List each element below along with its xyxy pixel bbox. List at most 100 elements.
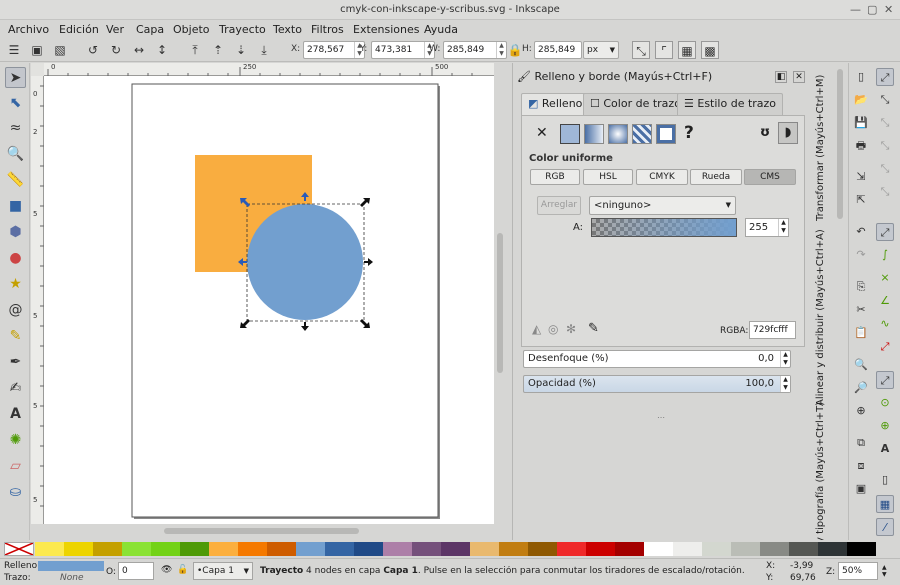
zoom-tool-icon[interactable]: 🔍 [5,144,26,165]
dialog-close-icon[interactable]: ✕ [793,71,805,83]
print-icon[interactable]: 🖶 [852,137,870,155]
snap-paths-icon[interactable]: ∫ [876,246,894,264]
menu-filtros[interactable]: Filtros [311,23,344,36]
paint-bucket-tool-icon[interactable]: ⛀ [5,482,26,503]
alpha-input[interactable]: 255 ▲ ▼ [745,218,789,237]
linear-gradient-icon[interactable] [584,124,604,144]
color-profile-select[interactable]: <ninguno> ▼ [589,196,736,215]
snap-center-icon[interactable]: ⊙ [876,394,894,412]
palette-swatch[interactable] [180,542,209,556]
snap-smooth-icon[interactable]: ∿ [876,315,894,333]
zoom-spin-icon[interactable]: ▲ ▼ [882,564,887,578]
raise-icon[interactable]: ⇡ [209,41,227,59]
lower-icon[interactable]: ⇣ [232,41,250,59]
close-icon[interactable]: ✕ [884,3,893,16]
rotate-cw-icon[interactable]: ↻ [107,41,125,59]
spiral-tool-icon[interactable]: @ [5,300,26,321]
menu-extensiones[interactable]: Extensiones [353,23,420,36]
palette-swatch[interactable] [644,542,673,556]
y-input[interactable]: 473,381 ▲ ▼ [371,41,435,59]
palette-swatch[interactable] [64,542,93,556]
mesh-gradient-icon[interactable] [632,124,652,144]
palette-swatch[interactable] [238,542,267,556]
lower-to-bottom-icon[interactable]: ⤓ [255,41,273,59]
deselect-icon[interactable]: ▧ [51,41,69,59]
mode-cmyk-button[interactable]: CMYK [636,169,688,185]
snap-bbox-corner-icon[interactable]: ⤡ [876,137,894,155]
save-icon[interactable]: 💾 [852,114,870,132]
zoom-selection-icon[interactable]: 🔍 [852,356,870,374]
vertical-ruler[interactable]: 0 2 5 5 5 5 [31,76,44,524]
zoom-drawing-icon[interactable]: 🔎 [852,379,870,397]
dock-scroll-thumb[interactable] [837,69,843,219]
menu-capa[interactable]: Capa [136,23,164,36]
text-tool-icon[interactable]: A [5,404,26,425]
fill-indicator[interactable] [38,561,104,571]
palette-swatch[interactable] [731,542,760,556]
blue-circle[interactable] [247,204,363,320]
node-tool-icon[interactable]: ⬉ [5,93,26,114]
palette-swatch[interactable] [325,542,354,556]
snap-bbox-edge-icon[interactable]: ⤡ [876,114,894,132]
transform-patterns-icon[interactable]: ▩ [701,41,719,59]
no-color-swatch[interactable] [4,542,34,556]
snap-others-icon[interactable]: ⤢ [876,371,894,389]
selector-tool-icon[interactable]: ➤ [5,67,26,88]
palette-swatch[interactable] [151,542,180,556]
snap-grid-icon[interactable]: ▦ [876,495,894,513]
open-icon[interactable]: 📂 [852,91,870,109]
clone-icon[interactable]: ⧈ [852,457,870,475]
palette-swatch[interactable] [586,542,615,556]
menu-archivo[interactable]: Archivo [8,23,49,36]
palette-swatch[interactable] [441,542,470,556]
palette-swatch[interactable] [35,542,64,556]
snap-intersections-icon[interactable]: ⨯ [876,269,894,287]
star-tool-icon[interactable]: ★ [5,274,26,295]
palette-swatch[interactable] [470,542,499,556]
snap-bbox-midpoint-icon[interactable]: ⤡ [876,160,894,178]
duplicate-icon[interactable]: ⧉ [852,434,870,452]
wheel-selector-icon[interactable]: ◎ [548,322,558,336]
color-picker-icon[interactable]: ✎ [588,321,599,336]
menu-edicion[interactable]: Edición [59,23,99,36]
snap-page-icon[interactable]: ▯ [876,471,894,489]
mode-rgb-button[interactable]: RGB [530,169,580,185]
scales-selector-icon[interactable]: ✻ [566,322,576,336]
mode-wheel-button[interactable]: Rueda [690,169,742,185]
snap-guides-icon[interactable]: ⁄ [876,518,894,536]
undo-icon[interactable]: ↶ [852,223,870,241]
opacity-status-input[interactable]: 0 [118,562,154,580]
fix-button[interactable]: Arreglar [537,196,581,215]
horizontal-ruler[interactable]: 0 250 500 [44,63,494,76]
unit-select[interactable]: px ▼ [583,41,619,59]
snap-text-baseline-icon[interactable]: A [876,440,894,458]
cut-icon[interactable]: ✂ [852,301,870,319]
3d-box-tool-icon[interactable]: ⬢ [5,222,26,243]
palette-swatch[interactable] [528,542,557,556]
paste-icon[interactable]: 📋 [852,324,870,342]
tab-stroke-paint[interactable]: ☐ Color de trazo [583,93,688,115]
pen-tool-icon[interactable]: ✒ [5,352,26,373]
alpha-spin-icon[interactable]: ▲ ▼ [778,219,788,236]
zoom-input[interactable]: 50% [838,562,878,580]
calligraphy-tool-icon[interactable]: ✍ [5,378,26,399]
unset-paint-icon[interactable]: ? [684,123,694,143]
flip-vertical-icon[interactable]: ↕ [153,41,171,59]
canvas-vertical-scrollbar[interactable] [494,63,506,524]
blur-spin-icon[interactable]: ▲ ▼ [780,351,790,367]
mode-cms-button[interactable]: CMS [744,169,796,185]
triangle-selector-icon[interactable]: ◭ [532,322,541,336]
palette-swatch[interactable] [760,542,789,556]
measure-tool-icon[interactable]: 📏 [5,170,26,191]
fill-rule-evenodd-icon[interactable]: ʊ [760,125,770,140]
palette-swatch[interactable] [818,542,847,556]
zoom-page-icon[interactable]: ⊕ [852,402,870,420]
layer-select[interactable]: •Capa 1 ▼ [193,562,253,580]
dialog-iconify-icon[interactable]: ◧ [775,71,787,83]
resize-grip-icon[interactable]: ⋯ [657,413,665,422]
snap-rotation-center-icon[interactable]: ⊕ [876,417,894,435]
eraser-tool-icon[interactable]: ▱ [5,456,26,477]
text-dock-tab[interactable]: y tipografía (Mayús+Ctrl+T) [815,402,826,543]
palette-swatch[interactable] [615,542,644,556]
drawing-canvas[interactable] [44,76,494,524]
